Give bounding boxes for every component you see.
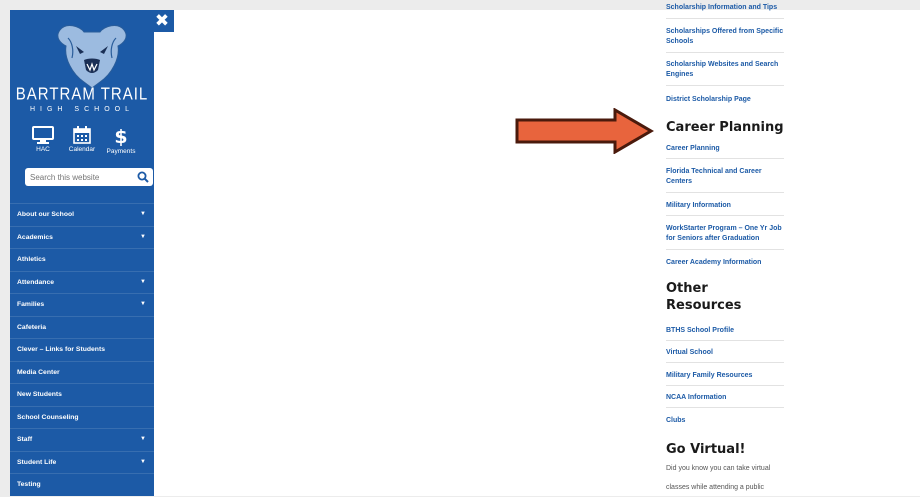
search-input[interactable] <box>30 168 130 186</box>
sidebar-nav-label: About our School <box>17 211 75 218</box>
chevron-down-icon[interactable]: ▼ <box>140 272 146 293</box>
bear-logo-icon[interactable] <box>50 24 134 88</box>
divider <box>666 249 784 250</box>
divider <box>666 215 784 216</box>
divider <box>666 340 784 341</box>
link-district-scholarship[interactable]: District Scholarship Page <box>666 95 784 105</box>
calendar-icon <box>73 126 91 144</box>
link-career-planning[interactable]: Career Planning <box>666 144 784 154</box>
link-scholarship-websites[interactable]: Scholarship Websites and Search Engines <box>666 60 784 80</box>
quick-link-label: Payments <box>106 148 136 155</box>
monitor-icon <box>32 126 54 144</box>
sidebar-nav-label: Academics <box>17 233 53 241</box>
link-military-information[interactable]: Military Information <box>666 201 784 211</box>
link-career-academy-information[interactable]: Career Academy Information <box>666 258 784 268</box>
link-virtual-school[interactable]: Virtual School <box>666 348 784 358</box>
sidebar-nav-item[interactable]: New Students <box>10 384 154 407</box>
divider <box>666 192 784 193</box>
divider <box>666 362 784 363</box>
link-ncaa-information[interactable]: NCAA Information <box>666 393 784 403</box>
quick-link-hac[interactable]: HAC <box>23 126 63 153</box>
dollar-icon: $ <box>114 126 127 146</box>
link-bths-school-profile[interactable]: BTHS School Profile <box>666 326 784 336</box>
quick-link-calendar[interactable]: Calendar <box>62 126 102 153</box>
sidebar-nav: About our School ▼ Academics ▼ Athletics Atte… <box>10 203 154 497</box>
search-box <box>25 168 153 186</box>
link-military-family-resources[interactable]: Military Family Resources <box>666 371 784 381</box>
sidebar-nav-item[interactable]: Athletics <box>10 249 154 272</box>
link-workstarter-program[interactable]: WorkStarter Program – One Yr Job for Sen… <box>666 224 784 244</box>
sidebar-nav-item[interactable]: Academics ▼ <box>10 227 154 249</box>
sidebar-nav-label: Families <box>17 301 45 308</box>
sidebar-nav-item[interactable]: School Counseling <box>10 407 154 429</box>
heading-go-virtual: Go Virtual! <box>666 442 746 457</box>
quick-link-payments[interactable]: $ Payments <box>101 126 141 155</box>
search-icon[interactable] <box>137 171 149 183</box>
sidebar-nav-item[interactable]: Student Life ▼ <box>10 452 154 474</box>
svg-text:$: $ <box>114 126 127 146</box>
link-scholarships-specific-schools[interactable]: Scholarships Offered from Specific Schoo… <box>666 27 784 47</box>
sidebar-nav-item[interactable]: Cafeteria <box>10 317 154 339</box>
right-arrow-icon <box>515 108 654 154</box>
divider <box>666 385 784 386</box>
sidebar: BARTRAM TRAIL HIGH SCHOOL HAC Calendar $… <box>10 10 154 497</box>
sidebar-nav-label: Cafeteria <box>17 323 47 331</box>
sidebar-nav-item[interactable]: Attendance ▼ <box>10 272 154 294</box>
sidebar-nav-item[interactable]: Families ▼ <box>10 294 154 317</box>
sidebar-nav-label: Student Life <box>17 458 57 466</box>
go-virtual-text: Did you know you can take virtual classe… <box>666 465 771 491</box>
school-subtitle: HIGH SCHOOL <box>29 106 134 113</box>
sidebar-nav-item[interactable]: About our School ▼ <box>10 204 154 227</box>
sidebar-nav-label: School Counseling <box>17 413 79 421</box>
chevron-down-icon[interactable]: ▼ <box>140 429 146 450</box>
chevron-down-icon[interactable]: ▼ <box>140 227 146 248</box>
sidebar-nav-label: Clever – Links for Students <box>17 346 106 353</box>
sidebar-nav-item[interactable]: Media Center <box>10 362 154 384</box>
sidebar-nav-label: Media Center <box>17 368 60 376</box>
divider <box>666 85 784 86</box>
sidebar-nav-item[interactable]: Clever – Links for Students <box>10 339 154 362</box>
heading-career-planning: Career Planning <box>666 120 784 135</box>
chevron-down-icon[interactable]: ▼ <box>140 204 146 225</box>
close-icon[interactable]: ✖ <box>150 10 174 32</box>
sidebar-nav-label: Attendance <box>17 278 55 286</box>
sidebar-nav-label: Testing <box>17 481 41 488</box>
divider <box>666 18 784 19</box>
sidebar-nav-item[interactable]: Testing <box>10 474 154 497</box>
divider <box>666 52 784 53</box>
link-scholarship-info[interactable]: Scholarship Information and Tips <box>666 3 784 13</box>
divider <box>666 407 784 408</box>
link-clubs[interactable]: Clubs <box>666 416 784 426</box>
heading-other-resources: Other Resources <box>666 281 742 313</box>
divider <box>666 158 784 159</box>
quick-link-label: HAC <box>36 146 50 153</box>
sidebar-nav-label: Staff <box>17 436 33 443</box>
link-florida-technical-career-centers[interactable]: Florida Technical and Career Centers <box>666 167 784 187</box>
school-name: BARTRAM TRAIL <box>15 84 149 105</box>
sidebar-nav-item[interactable]: Staff ▼ <box>10 429 154 452</box>
sidebar-nav-label: Athletics <box>17 256 46 263</box>
chevron-down-icon[interactable]: ▼ <box>140 452 146 473</box>
quick-link-label: Calendar <box>68 146 96 153</box>
chevron-down-icon[interactable]: ▼ <box>140 294 146 315</box>
sidebar-nav-label: New Students <box>17 391 62 398</box>
